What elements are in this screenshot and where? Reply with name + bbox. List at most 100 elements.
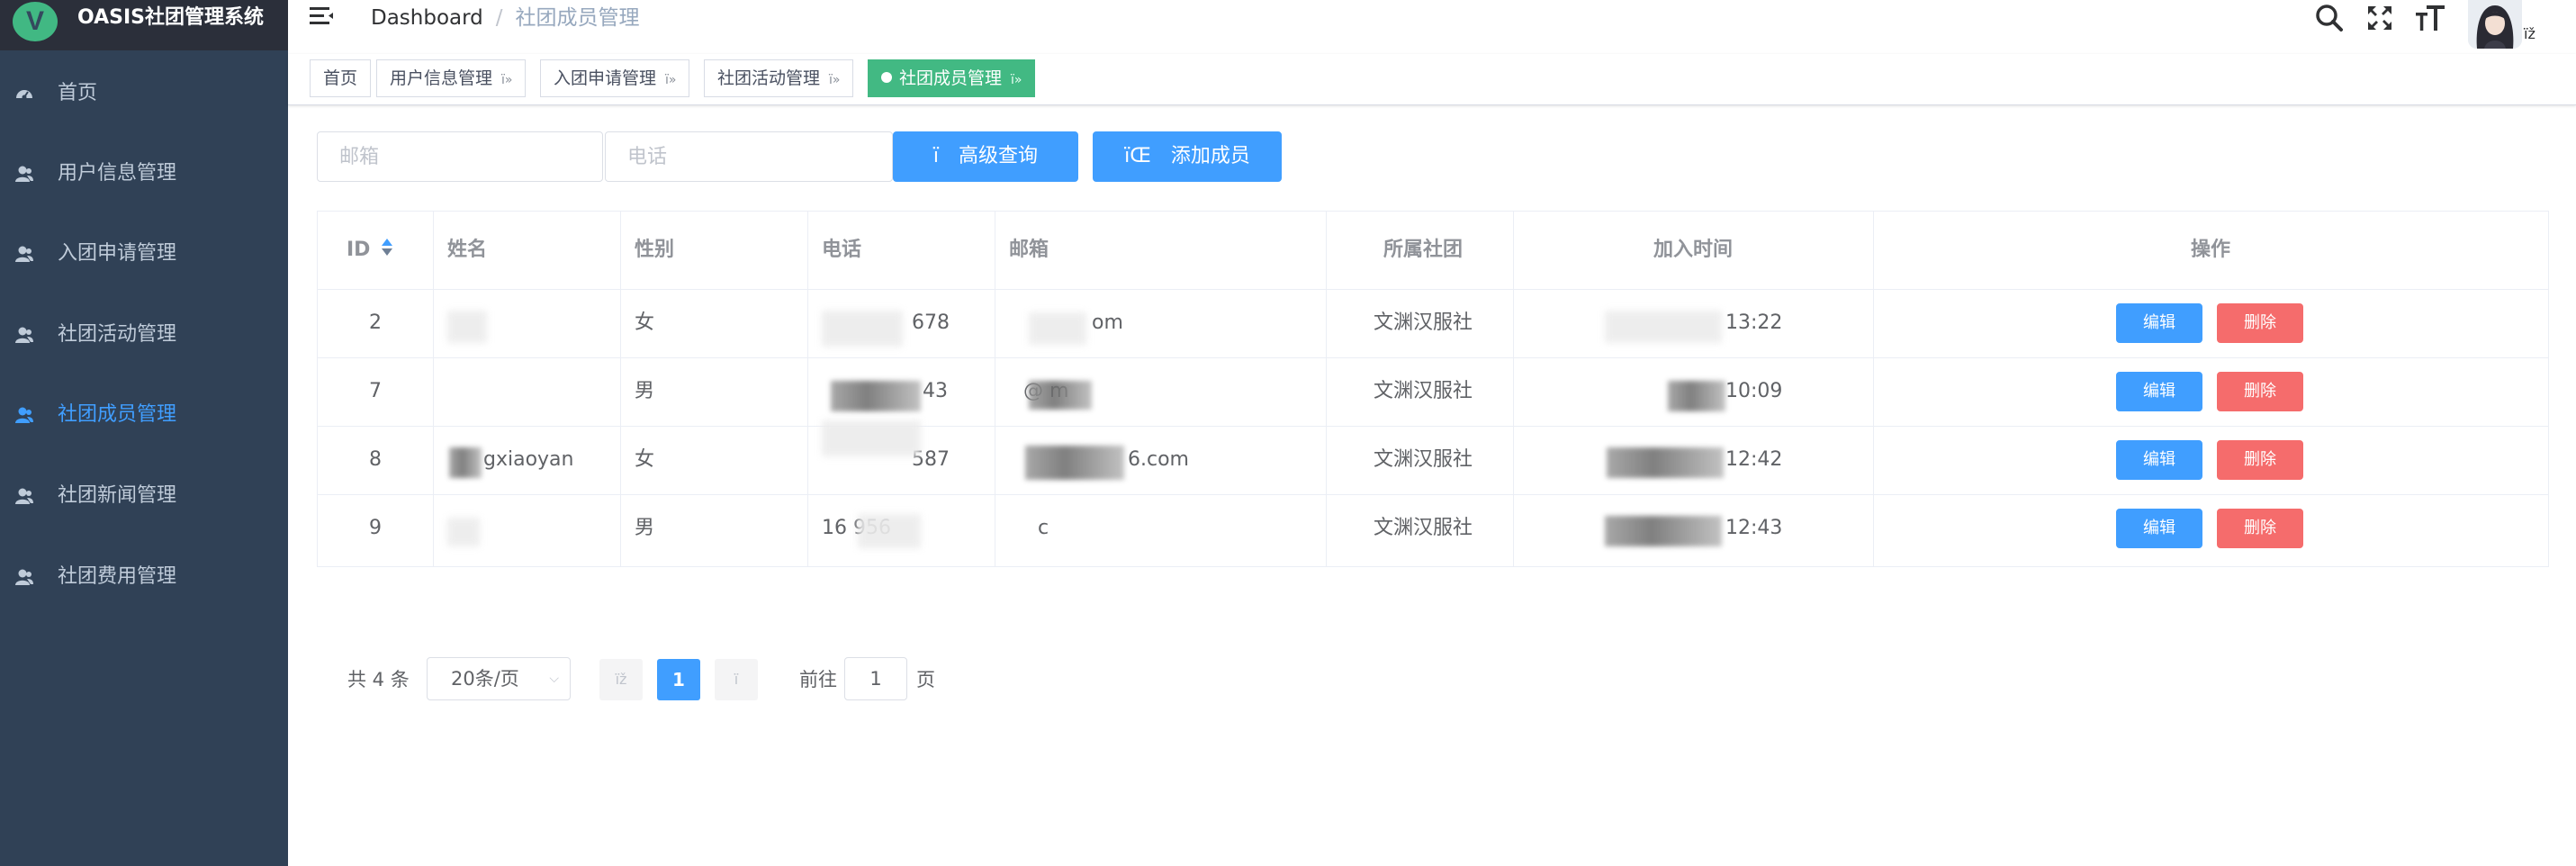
cell-id: 7 <box>369 380 382 402</box>
user-icon <box>15 488 33 504</box>
user-icon <box>15 569 33 585</box>
redaction-mosaic <box>1029 312 1086 345</box>
edit-button[interactable]: 编辑 <box>2116 509 2202 548</box>
cell-club: 文渊汉服社 <box>1373 311 1473 334</box>
close-icon[interactable]: ï» <box>665 73 676 87</box>
close-icon[interactable]: ï» <box>829 73 840 87</box>
redaction-mosaic <box>1025 446 1124 480</box>
next-page-button[interactable]: ï <box>715 659 758 700</box>
redaction-mosaic <box>447 311 487 343</box>
delete-button[interactable]: 删除 <box>2217 509 2303 548</box>
sidebar-item-home[interactable]: 首页 <box>0 54 288 135</box>
sidebar-item-label: 社团活动管理 <box>58 323 177 346</box>
page-size-select[interactable]: 20条/页 ⌵ <box>427 657 571 700</box>
advanced-search-label: 高级查询 <box>959 145 1039 167</box>
column-header-name: 姓名 <box>447 239 488 261</box>
tag-label: 首页 <box>323 68 358 88</box>
sidebar: V OASIS社团管理系统 首页 用户信息管理 入团申请管理 社团活动管理 社团… <box>0 0 288 866</box>
sidebar-item-user-info[interactable]: 用户信息管理 <box>0 134 288 215</box>
avatar-caret-icon[interactable]: ïž <box>2524 25 2535 42</box>
logo-bar: V OASIS社团管理系统 <box>0 0 288 50</box>
cell-id: 8 <box>369 448 382 471</box>
column-header-actions: 操作 <box>2190 239 2230 261</box>
redaction-mosaic <box>1605 516 1722 546</box>
column-header-email: 邮箱 <box>1009 239 1049 261</box>
cell-join-time: 12:42 <box>1725 448 1783 471</box>
goto-label: 前往 <box>799 669 837 690</box>
sidebar-item-news[interactable]: 社团新闻管理 <box>0 456 288 537</box>
cell-phone: 678 <box>912 311 950 334</box>
email-field[interactable] <box>317 131 603 182</box>
redaction-mosaic <box>1607 447 1724 478</box>
cell-email: c <box>1038 517 1049 539</box>
delete-button[interactable]: 删除 <box>2217 440 2303 480</box>
add-icon: ïŒ <box>1124 145 1151 167</box>
hamburger-icon[interactable] <box>310 5 337 27</box>
app-title: OASIS社团管理系统 <box>77 6 265 29</box>
pagination-total: 共 4 条 <box>347 669 410 690</box>
edit-button[interactable]: 编辑 <box>2116 440 2202 480</box>
column-header-join-time: 加入时间 <box>1653 239 1733 261</box>
redaction-mosaic <box>1029 381 1092 410</box>
cell-gender: 男 <box>635 380 655 402</box>
goto-page-input[interactable] <box>844 657 907 700</box>
cell-phone: 43 <box>923 380 948 402</box>
search-icon: ï <box>932 145 940 167</box>
search-icon[interactable] <box>2313 2 2346 34</box>
cell-club: 文渊汉服社 <box>1373 448 1473 471</box>
user-icon <box>15 166 33 182</box>
page-size-value: 20条/页 <box>451 668 519 690</box>
font-size-icon[interactable] <box>2414 2 2446 34</box>
sidebar-item-label: 社团成员管理 <box>58 403 177 426</box>
breadcrumb-dashboard[interactable]: Dashboard <box>371 6 483 30</box>
sort-caret-icon[interactable] <box>379 238 395 257</box>
active-dot-icon <box>881 71 892 83</box>
sidebar-item-label: 用户信息管理 <box>58 162 177 185</box>
column-header-gender: 性别 <box>635 239 675 261</box>
redaction-mosaic <box>449 447 482 478</box>
fullscreen-icon[interactable] <box>2364 2 2396 34</box>
tag-applications[interactable]: 入团申请管理 ï» <box>540 59 690 97</box>
delete-button[interactable]: 删除 <box>2217 303 2303 343</box>
tag-home[interactable]: 首页 <box>310 59 372 97</box>
tag-label: 社团活动管理 <box>717 68 821 88</box>
redaction-mosaic <box>822 311 903 347</box>
tag-user-info[interactable]: 用户信息管理 ï» <box>376 59 527 97</box>
add-member-button[interactable]: ïŒ 添加成员 <box>1093 131 1282 182</box>
tag-activities[interactable]: 社团活动管理 ï» <box>704 59 854 97</box>
cell-id: 9 <box>369 517 382 539</box>
members-table: ID 姓名 性别 电话 邮箱 所属社团 加入时间 操作 2 女 678 om 文… <box>317 211 2549 567</box>
sidebar-item-activities[interactable]: 社团活动管理 <box>0 295 288 376</box>
tag-members[interactable]: 社团成员管理 ï» <box>868 59 1036 97</box>
avatar[interactable] <box>2468 0 2522 49</box>
column-header-id[interactable]: ID <box>347 212 395 289</box>
delete-button[interactable]: 删除 <box>2217 372 2303 411</box>
breadcrumb-separator: / <box>495 6 503 30</box>
close-icon[interactable]: ï» <box>1011 73 1022 87</box>
page-number-button[interactable]: 1 <box>657 659 700 700</box>
user-icon <box>15 407 33 423</box>
redaction-mosaic <box>822 420 921 456</box>
cell-email: 6.com <box>1128 448 1189 471</box>
column-header-club: 所属社团 <box>1383 239 1463 261</box>
avatar-image <box>2468 0 2522 49</box>
user-icon <box>15 246 33 262</box>
sidebar-item-fees[interactable]: 社团费用管理 <box>0 537 288 618</box>
cell-id: 2 <box>369 311 382 334</box>
tag-label: 用户信息管理 <box>390 68 493 88</box>
close-icon[interactable]: ï» <box>501 73 512 87</box>
edit-button[interactable]: 编辑 <box>2116 303 2202 343</box>
cell-gender: 女 <box>635 448 655 471</box>
prev-page-button[interactable]: ïž <box>599 659 643 700</box>
redaction-mosaic <box>831 381 921 411</box>
add-member-label: 添加成员 <box>1170 145 1250 167</box>
cell-email: om <box>1092 311 1123 334</box>
sidebar-item-label: 首页 <box>58 82 98 104</box>
page-suffix-label: 页 <box>916 669 935 690</box>
sidebar-item-applications[interactable]: 入团申请管理 <box>0 214 288 295</box>
sidebar-item-members[interactable]: 社团成员管理 <box>0 375 288 456</box>
chevron-down-icon: ⌵ <box>549 672 559 686</box>
edit-button[interactable]: 编辑 <box>2116 372 2202 411</box>
advanced-search-button[interactable]: ï 高级查询 <box>893 131 1078 182</box>
phone-field[interactable] <box>605 131 893 182</box>
